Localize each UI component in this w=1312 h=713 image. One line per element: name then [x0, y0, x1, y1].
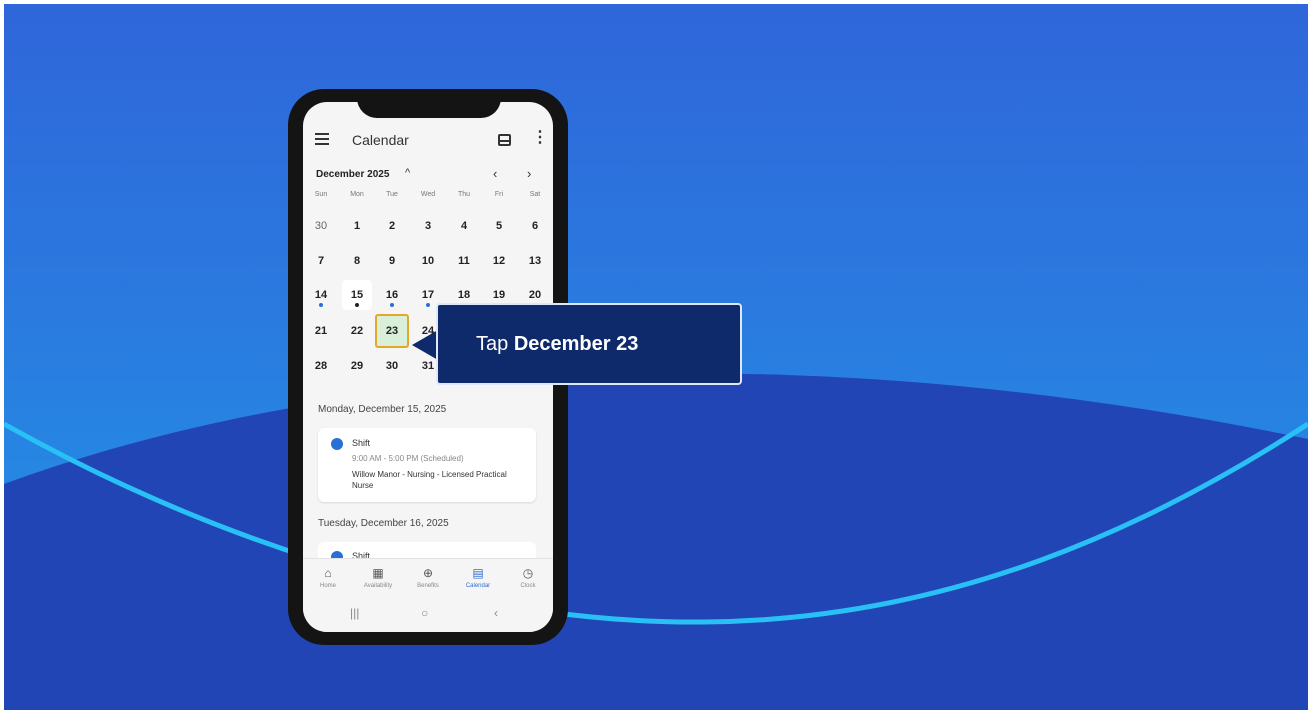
- chevron-up-icon[interactable]: ^: [405, 167, 410, 179]
- day-number: 16: [385, 289, 399, 301]
- day-number: 15: [350, 289, 364, 301]
- next-month-icon[interactable]: ›: [527, 166, 531, 181]
- nav-label: Calendar: [465, 583, 491, 589]
- calendar-day[interactable]: 30: [306, 211, 336, 241]
- calendar-day[interactable]: 5: [484, 211, 514, 241]
- calendar-day[interactable]: 8: [342, 246, 372, 276]
- back-icon[interactable]: ‹: [494, 606, 498, 620]
- calendar-day[interactable]: 11: [449, 246, 479, 276]
- calendar-day[interactable]: 12: [484, 246, 514, 276]
- weekday-label: Mon: [350, 191, 364, 198]
- calendar-day[interactable]: 13: [520, 246, 550, 276]
- calendar-day[interactable]: 4: [449, 211, 479, 241]
- nav-calendar[interactable]: ▤ Calendar: [453, 565, 503, 589]
- shift-title: Shift: [352, 438, 371, 448]
- nav-label: Benefits: [417, 583, 439, 589]
- day-number: 14: [314, 289, 328, 301]
- day-number: 17: [421, 289, 435, 301]
- callout-text: Tap December 23: [476, 333, 638, 356]
- bottom-navigation: ⌂ Home ▦ Availability ⊕ Benefits ▤ Calen…: [303, 558, 553, 598]
- calendar-day[interactable]: 7: [306, 246, 336, 276]
- schedule-date-label: Monday, December 15, 2025: [318, 404, 447, 415]
- calendar-day[interactable]: 21: [306, 316, 336, 346]
- instruction-callout: Tap December 23: [436, 303, 742, 385]
- nav-label: Home: [319, 583, 336, 589]
- callout-emphasis: December 23: [513, 333, 639, 355]
- calendar-day[interactable]: 6: [520, 211, 550, 241]
- calendar-day[interactable]: 1: [342, 211, 372, 241]
- calendar-day-with-event[interactable]: 16: [377, 280, 407, 310]
- shift-time: 9:00 AM - 5:00 PM (Scheduled): [352, 454, 464, 463]
- calendar-day[interactable]: 10: [413, 246, 443, 276]
- month-header: December 2025 ^ ‹ ›: [303, 166, 553, 186]
- plus-circle-icon: ⊕: [422, 566, 434, 580]
- calendar-day[interactable]: 29: [342, 351, 372, 381]
- weekday-header: Sun Mon Tue Wed Thu Fri Sat: [303, 191, 553, 203]
- calendar-day[interactable]: 30: [377, 351, 407, 381]
- availability-icon: ▦: [372, 566, 384, 580]
- schedule-date-label: Tuesday, December 16, 2025: [318, 518, 449, 529]
- system-navigation-bar: ||| ○ ‹: [303, 600, 553, 632]
- calendar-day[interactable]: 28: [306, 351, 336, 381]
- weekday-label: Tue: [386, 191, 398, 198]
- calendar-day[interactable]: 9: [377, 246, 407, 276]
- event-dot: [355, 303, 359, 307]
- calendar-day-with-event[interactable]: 14: [306, 280, 336, 310]
- calendar-day[interactable]: 3: [413, 211, 443, 241]
- recents-icon[interactable]: |||: [350, 606, 359, 620]
- home-icon: ⌂: [324, 566, 332, 580]
- prev-month-icon[interactable]: ‹: [493, 166, 497, 181]
- callout-pointer: [412, 330, 438, 360]
- nav-clock[interactable]: ◷ Clock: [503, 565, 553, 589]
- nav-home[interactable]: ⌂ Home: [303, 565, 353, 589]
- weekday-label: Sat: [529, 191, 541, 198]
- menu-icon[interactable]: [315, 133, 329, 145]
- app-bar: Calendar ⋮: [303, 124, 553, 158]
- calendar-day[interactable]: 2: [377, 211, 407, 241]
- month-label[interactable]: December 2025: [316, 169, 389, 180]
- nav-label: Availability: [363, 583, 393, 589]
- app-title: Calendar: [352, 132, 409, 148]
- event-dot: [426, 303, 430, 307]
- shift-description: Willow Manor - Nursing - Licensed Practi…: [352, 470, 507, 490]
- weekday-label: Fri: [494, 191, 504, 198]
- weekday-label: Wed: [420, 191, 436, 198]
- callout-prefix: Tap: [476, 333, 509, 355]
- phone-notch: [357, 96, 501, 118]
- weekday-label: Sun: [314, 191, 328, 198]
- nav-benefits[interactable]: ⊕ Benefits: [403, 565, 453, 589]
- event-dot: [319, 303, 323, 307]
- shift-color-dot: [331, 438, 343, 450]
- nav-label: Clock: [520, 583, 536, 589]
- home-circle-icon[interactable]: ○: [421, 606, 428, 620]
- inbox-icon[interactable]: [498, 134, 511, 146]
- clock-icon: ◷: [522, 566, 534, 580]
- shift-card[interactable]: Shift 9:00 AM - 5:00 PM (Scheduled) Will…: [318, 428, 536, 502]
- calendar-day[interactable]: 22: [342, 316, 372, 346]
- more-vert-icon[interactable]: ⋮: [532, 130, 548, 146]
- weekday-label: Thu: [457, 191, 471, 198]
- calendar-day-today[interactable]: 15: [342, 280, 372, 310]
- calendar-day-target[interactable]: 23: [375, 314, 409, 348]
- event-dot: [390, 303, 394, 307]
- calendar-icon: ▤: [472, 566, 484, 580]
- nav-availability[interactable]: ▦ Availability: [353, 565, 403, 589]
